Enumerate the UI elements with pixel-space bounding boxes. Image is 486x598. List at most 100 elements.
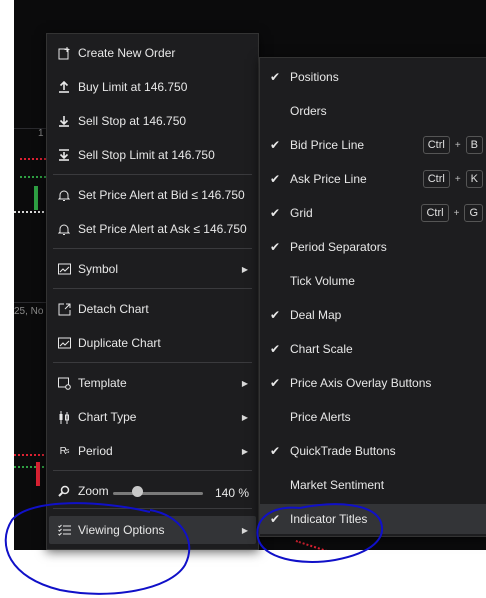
menu-item-label: Symbol	[78, 262, 119, 276]
shortcut-plus: +	[454, 173, 461, 185]
zoom-slider-thumb[interactable]	[131, 486, 143, 497]
price-axis-overlay-buttons-option[interactable]: ✔ Price Axis Overlay Buttons	[260, 370, 486, 396]
menu-item-label: Chart Type	[78, 410, 137, 424]
period-separators-option[interactable]: ✔ Period Separators	[260, 234, 486, 260]
quicktrade-buttons-option[interactable]: ✔ QuickTrade Buttons	[260, 438, 486, 464]
menu-item-label: Period	[78, 444, 113, 458]
bid-price-line	[20, 176, 46, 178]
option-label: Period Separators	[290, 240, 387, 254]
checkmark-icon: ✔	[269, 308, 281, 322]
option-label: Bid Price Line	[290, 138, 365, 152]
shortcut-plus: +	[453, 207, 460, 219]
menu-item-label: Viewing Options	[78, 523, 165, 537]
price-alert-bid-item[interactable]: Set Price Alert at Bid ≤ 146.750	[49, 182, 256, 208]
checkmark-icon: ✔	[269, 138, 281, 152]
option-label: Deal Map	[290, 308, 342, 322]
checkmark-icon: ✔	[269, 342, 281, 356]
submenu-arrow-icon: ▶	[241, 412, 248, 422]
checkmark-icon: ✔	[269, 444, 281, 458]
menu-separator	[53, 362, 252, 363]
option-label: Indicator Titles	[290, 512, 368, 526]
indicator-titles-option[interactable]: ✔ Indicator Titles	[260, 504, 486, 534]
menu-separator	[53, 248, 252, 249]
download-arrow-icon	[57, 114, 71, 128]
template-gear-icon	[57, 376, 71, 390]
keyboard-shortcut: Ctrl + B	[422, 136, 483, 154]
chart-date-label: 25, No	[14, 306, 44, 317]
indicator-line	[295, 540, 373, 550]
candle	[36, 462, 40, 486]
option-label: Ask Price Line	[290, 172, 367, 186]
price-line	[14, 211, 44, 213]
zoom-icon	[57, 484, 71, 498]
option-label: Chart Scale	[290, 342, 353, 356]
template-item[interactable]: Template ▶	[49, 370, 256, 396]
tick-volume-option[interactable]: Tick Volume	[260, 268, 486, 294]
detach-chart-item[interactable]: Detach Chart	[49, 296, 256, 322]
chart-scale-option[interactable]: ✔ Chart Scale	[260, 336, 486, 362]
upload-arrow-icon	[57, 80, 71, 94]
new-order-icon	[57, 46, 71, 60]
sell-stop-limit-item[interactable]: Sell Stop Limit at 146.750	[49, 142, 256, 168]
menu-item-label: Buy Limit at 146.750	[78, 80, 188, 94]
price-alert-ask-item[interactable]: Set Price Alert at Ask ≤ 146.750	[49, 216, 256, 242]
menu-separator	[53, 174, 252, 175]
zoom-item: Zoom	[49, 478, 109, 504]
keyboard-shortcut: Ctrl + G	[421, 204, 483, 222]
shortcut-plus: +	[454, 139, 461, 151]
detach-icon	[57, 302, 71, 316]
keyboard-shortcut: Ctrl + K	[422, 170, 483, 188]
price-alerts-option[interactable]: Price Alerts	[260, 404, 486, 430]
option-label: Tick Volume	[290, 274, 355, 288]
grid-line	[14, 302, 48, 303]
grid-option[interactable]: ✔ Grid Ctrl + G	[260, 200, 486, 226]
zoom-value: 140 %	[215, 486, 250, 500]
orders-option[interactable]: Orders	[260, 98, 486, 124]
candlestick-icon	[57, 410, 71, 424]
symbol-item[interactable]: Symbol ▶	[49, 256, 256, 282]
sell-stop-item[interactable]: Sell Stop at 146.750	[49, 108, 256, 134]
menu-item-label: Sell Stop at 146.750	[78, 114, 187, 128]
bid-price-line-option[interactable]: ✔ Bid Price Line Ctrl + B	[260, 132, 486, 158]
submenu-arrow-icon: ▶	[241, 446, 248, 456]
bell-icon	[57, 222, 71, 236]
checkmark-icon: ✔	[269, 376, 281, 390]
ask-price-line-option[interactable]: ✔ Ask Price Line Ctrl + K	[260, 166, 486, 192]
shortcut-key: G	[464, 204, 483, 222]
positions-option[interactable]: ✔ Positions	[260, 64, 486, 90]
checkmark-icon: ✔	[269, 172, 281, 186]
menu-item-label: Detach Chart	[78, 302, 149, 316]
chart-window-icon	[57, 262, 71, 276]
zoom-slider-track[interactable]	[113, 492, 203, 495]
chart-type-item[interactable]: Chart Type ▶	[49, 404, 256, 430]
submenu-arrow-icon: ▶	[241, 378, 248, 388]
menu-item-label: Set Price Alert at Ask ≤ 146.750	[78, 222, 247, 236]
option-label: Positions	[290, 70, 339, 84]
market-sentiment-option[interactable]: Market Sentiment	[260, 472, 486, 498]
menu-separator	[53, 470, 252, 471]
download-arrow-bar-icon	[57, 148, 71, 162]
period-icon: Rs	[59, 445, 70, 457]
create-new-order-item[interactable]: Create New Order	[49, 40, 256, 66]
viewing-options-submenu: ✔ Positions Orders ✔ Bid Price Line Ctrl…	[259, 57, 486, 537]
viewing-options-item[interactable]: Viewing Options ▶	[49, 516, 256, 544]
chart-context-menu: Create New Order Buy Limit at 146.750 Se…	[46, 33, 259, 550]
option-label: Price Axis Overlay Buttons	[290, 376, 432, 390]
submenu-arrow-icon: ▶	[241, 264, 248, 274]
duplicate-chart-item[interactable]: Duplicate Chart	[49, 330, 256, 356]
shortcut-key: B	[465, 136, 483, 154]
menu-item-label: Sell Stop Limit at 146.750	[78, 148, 215, 162]
candle	[34, 186, 38, 210]
bell-icon	[57, 188, 71, 202]
shortcut-key: K	[465, 170, 483, 188]
menu-separator	[53, 288, 252, 289]
period-item[interactable]: Rs Period ▶	[49, 438, 256, 464]
menu-item-label: Template	[78, 376, 127, 390]
deal-map-option[interactable]: ✔ Deal Map	[260, 302, 486, 328]
shortcut-key: Ctrl	[422, 170, 450, 188]
option-label: QuickTrade Buttons	[290, 444, 396, 458]
buy-limit-item[interactable]: Buy Limit at 146.750	[49, 74, 256, 100]
menu-item-label: Create New Order	[78, 46, 176, 60]
ask-price-line	[14, 454, 44, 456]
checkmark-icon: ✔	[269, 70, 281, 84]
